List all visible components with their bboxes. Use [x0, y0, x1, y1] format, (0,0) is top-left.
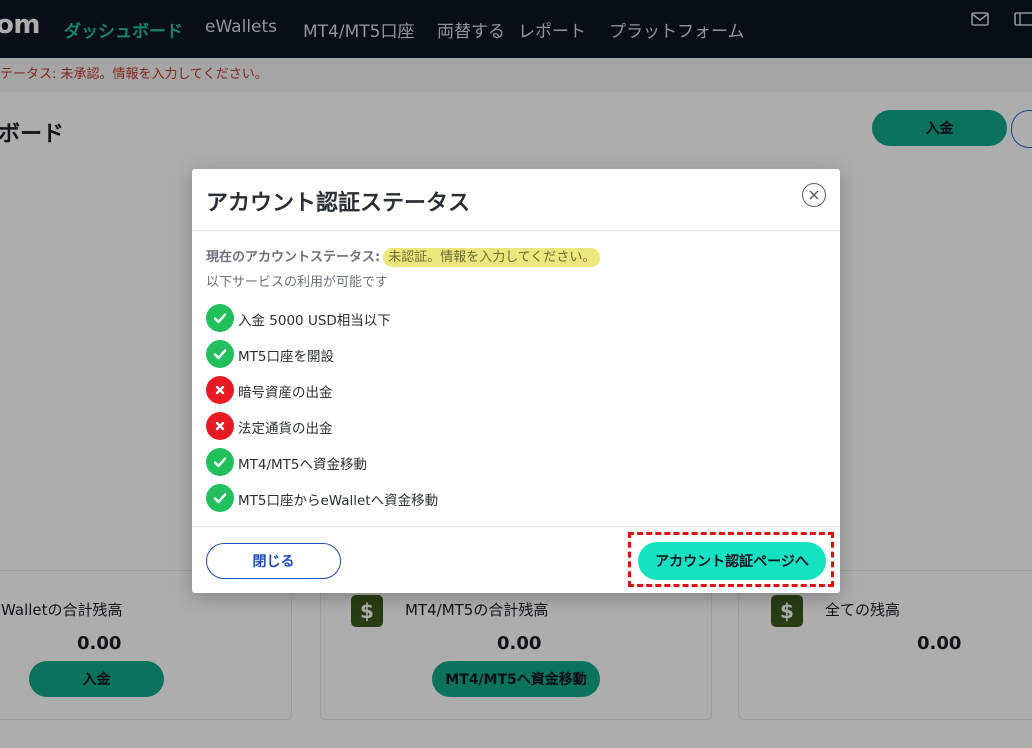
- modal-title: アカウント認証ステータス: [206, 191, 471, 216]
- go-to-verification-button[interactable]: アカウント認証ページへ: [638, 542, 826, 580]
- service-label: 入金 5000 USD相当以下: [238, 313, 391, 329]
- close-button[interactable]: 閉じる: [206, 543, 341, 579]
- check-icon: [206, 484, 234, 512]
- service-label: 暗号資産の出金: [238, 385, 333, 401]
- close-icon[interactable]: [802, 183, 826, 207]
- status-badge: 未認証。情報を入力してください。: [383, 248, 601, 267]
- service-label: MT5口座からeWalletへ資金移動: [238, 493, 439, 509]
- service-label: MT4/MT5へ資金移動: [238, 457, 368, 473]
- modal-header: アカウント認証ステータス: [192, 169, 840, 231]
- cross-icon: [206, 376, 234, 404]
- account-verification-modal: アカウント認証ステータス 現在のアカウントステータス: 未認証。情報を入力してくだ…: [192, 169, 840, 593]
- account-status-line: 現在のアカウントステータス: 未認証。情報を入力してください。: [206, 246, 601, 267]
- check-icon: [206, 304, 234, 332]
- cross-icon: [206, 412, 234, 440]
- check-icon: [206, 448, 234, 476]
- modal-footer-divider: [192, 526, 840, 527]
- check-icon: [206, 340, 234, 368]
- available-services-text: 以下サービスの利用が可能です: [206, 275, 389, 290]
- service-label: 法定通貨の出金: [238, 421, 333, 437]
- service-label: MT5口座を開設: [238, 349, 334, 365]
- status-label: 現在のアカウントステータス:: [206, 250, 381, 265]
